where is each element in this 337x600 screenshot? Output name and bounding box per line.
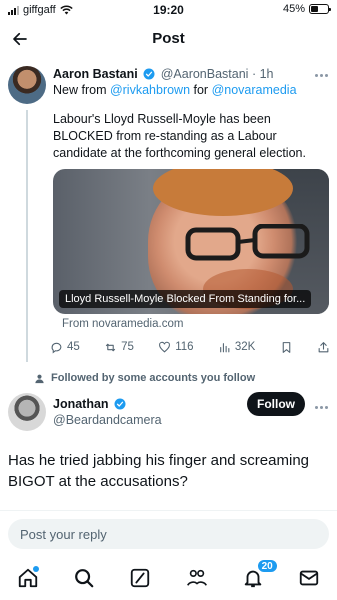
bookmark-button[interactable]	[280, 341, 293, 354]
nav-communities[interactable]	[183, 564, 211, 592]
mention-rivkahbrown[interactable]: @rivkahbrown	[110, 83, 190, 97]
reply-button[interactable]: 45	[50, 341, 80, 354]
status-bar: giffgaff 19:20 45%	[0, 0, 337, 20]
bookmark-icon	[282, 341, 290, 353]
author-handle[interactable]: @AaronBastani	[161, 67, 249, 81]
new-from-line: New from @rivkahbrown for @novaramedia	[53, 82, 329, 98]
views-chart-icon	[220, 342, 230, 352]
mention-novaramedia[interactable]: @novaramedia	[212, 83, 297, 97]
reply-text: Has he tried jabbing his finger and scre…	[8, 452, 310, 490]
social-context-text: Followed by some accounts you follow	[51, 372, 256, 384]
heart-icon	[159, 341, 171, 353]
nav-search[interactable]	[70, 564, 98, 592]
mail-icon	[299, 570, 319, 586]
battery-icon	[309, 4, 331, 14]
link-preview-card[interactable]: Lloyd Russell-Moyle Blocked From Standin…	[53, 169, 329, 314]
nav-grok[interactable]	[126, 564, 154, 592]
separator-dot: ·	[251, 67, 257, 81]
reply-author-handle[interactable]: @Beardandcamera	[53, 412, 162, 428]
verified-badge-icon	[114, 398, 126, 410]
new-from-mid: for	[190, 83, 212, 97]
main-tweet-header: Aaron Bastani @AaronBastani · 1h New fro…	[53, 66, 329, 98]
action-bar: 45 75 116 32K	[50, 338, 330, 356]
communities-icon	[186, 569, 207, 586]
avatar-jonathan[interactable]	[8, 393, 46, 431]
views-button[interactable]: 32K	[218, 341, 255, 354]
divider	[0, 510, 337, 511]
nav-home[interactable]	[14, 564, 42, 592]
social-context: Followed by some accounts you follow	[34, 372, 255, 384]
reply-composer-input[interactable]	[8, 519, 329, 549]
tweet-text: Labour's Lloyd Russell-Moyle has been BL…	[53, 112, 306, 160]
battery-percent: 45%	[282, 3, 305, 15]
author-line: Aaron Bastani @AaronBastani · 1h	[53, 66, 329, 82]
reply-icon	[51, 342, 62, 353]
share-button[interactable]	[317, 341, 330, 354]
like-count: 116	[175, 341, 194, 353]
author-name[interactable]: Aaron Bastani	[53, 67, 138, 81]
more-options-button[interactable]	[313, 70, 329, 80]
new-from-prefix: New from	[53, 83, 110, 97]
share-icon	[318, 341, 329, 352]
tweet-time[interactable]: 1h	[260, 67, 274, 81]
person-icon	[35, 374, 44, 383]
search-icon	[75, 569, 94, 588]
reply-header: Jonathan @Beardandcamera	[53, 396, 162, 428]
photo-glasses	[185, 224, 310, 261]
notification-badge: 20	[255, 558, 279, 574]
card-title: Lloyd Russell-Moyle Blocked From Standin…	[59, 290, 312, 308]
grok-icon	[131, 568, 150, 588]
reply-author-name[interactable]: Jonathan	[53, 397, 109, 411]
repost-button[interactable]: 75	[104, 341, 134, 354]
follow-button[interactable]: Follow	[247, 392, 305, 416]
view-count: 32K	[234, 341, 256, 353]
repost-count: 75	[121, 341, 134, 353]
like-button[interactable]: 116	[158, 341, 194, 354]
avatar-aaron-bastani[interactable]	[8, 66, 46, 104]
verified-badge-icon	[143, 68, 155, 80]
page-title: Post	[152, 30, 185, 47]
bottom-nav: 20	[0, 556, 337, 600]
header: Post	[0, 24, 337, 54]
reply-more-options-button[interactable]	[313, 402, 329, 412]
thread-line	[26, 110, 28, 362]
nav-messages[interactable]	[295, 564, 323, 592]
nav-notifications[interactable]: 20	[239, 558, 279, 592]
link-source[interactable]: From novaramedia.com	[62, 318, 183, 330]
repost-icon	[105, 343, 116, 351]
reply-count: 45	[67, 341, 80, 353]
status-right: 45%	[282, 3, 331, 15]
